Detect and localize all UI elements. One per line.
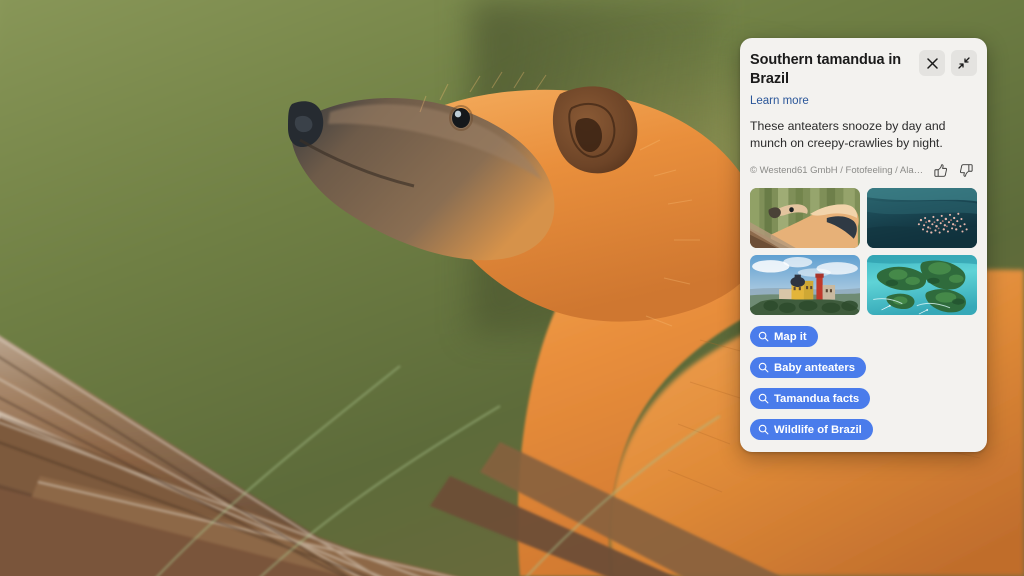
desktop-screen: Southern tamandua in Brazil	[0, 0, 1024, 576]
collapse-button[interactable]	[951, 50, 977, 76]
foreground-branches	[0, 176, 800, 576]
thumbs-up-button[interactable]	[931, 161, 949, 179]
thumbnail-grid	[750, 188, 977, 315]
credit-row: © Westend61 GmbH / Fotofeeling / Alamy…	[750, 161, 977, 179]
search-icon	[758, 362, 769, 373]
thumbnail-water-flock[interactable]	[867, 188, 977, 248]
search-icon	[758, 331, 769, 342]
search-icon	[758, 424, 769, 435]
close-button[interactable]	[919, 50, 945, 76]
close-icon	[927, 58, 938, 69]
chip-label: Wildlife of Brazil	[774, 424, 862, 436]
panel-header-buttons	[919, 50, 977, 76]
suggestion-chips: Map it Baby anteaters	[750, 326, 977, 442]
panel-header: Southern tamandua in Brazil	[750, 50, 977, 88]
thumbnail-water-flock-image	[867, 188, 977, 248]
feedback-buttons	[931, 161, 977, 179]
chip-label: Baby anteaters	[774, 362, 855, 374]
spotlight-info-panel: Southern tamandua in Brazil	[740, 38, 987, 452]
chip-tamandua-facts[interactable]: Tamandua facts	[750, 388, 870, 409]
thumbs-down-icon	[959, 163, 974, 178]
chip-map-it[interactable]: Map it	[750, 326, 818, 347]
thumbnail-castle[interactable]	[750, 255, 860, 315]
chip-baby-anteaters[interactable]: Baby anteaters	[750, 357, 866, 378]
thumbnail-anteater[interactable]	[750, 188, 860, 248]
panel-description: These anteaters snooze by day and munch …	[750, 118, 977, 152]
learn-more-link[interactable]: Learn more	[750, 95, 809, 107]
thumbnail-anteater-image	[750, 188, 860, 248]
chip-label: Map it	[774, 331, 807, 343]
chip-label: Tamandua facts	[774, 393, 859, 405]
thumbs-down-button[interactable]	[957, 161, 975, 179]
collapse-arrows-icon	[958, 57, 970, 69]
thumbnail-islands-image	[867, 255, 977, 315]
page-title: Southern tamandua in Brazil	[750, 50, 913, 88]
chip-wildlife-of-brazil[interactable]: Wildlife of Brazil	[750, 419, 873, 440]
image-credit: © Westend61 GmbH / Fotofeeling / Alamy…	[750, 165, 925, 176]
thumbnail-castle-image	[750, 255, 860, 315]
thumbnail-islands[interactable]	[867, 255, 977, 315]
thumbs-up-icon	[933, 163, 948, 178]
search-icon	[758, 393, 769, 404]
